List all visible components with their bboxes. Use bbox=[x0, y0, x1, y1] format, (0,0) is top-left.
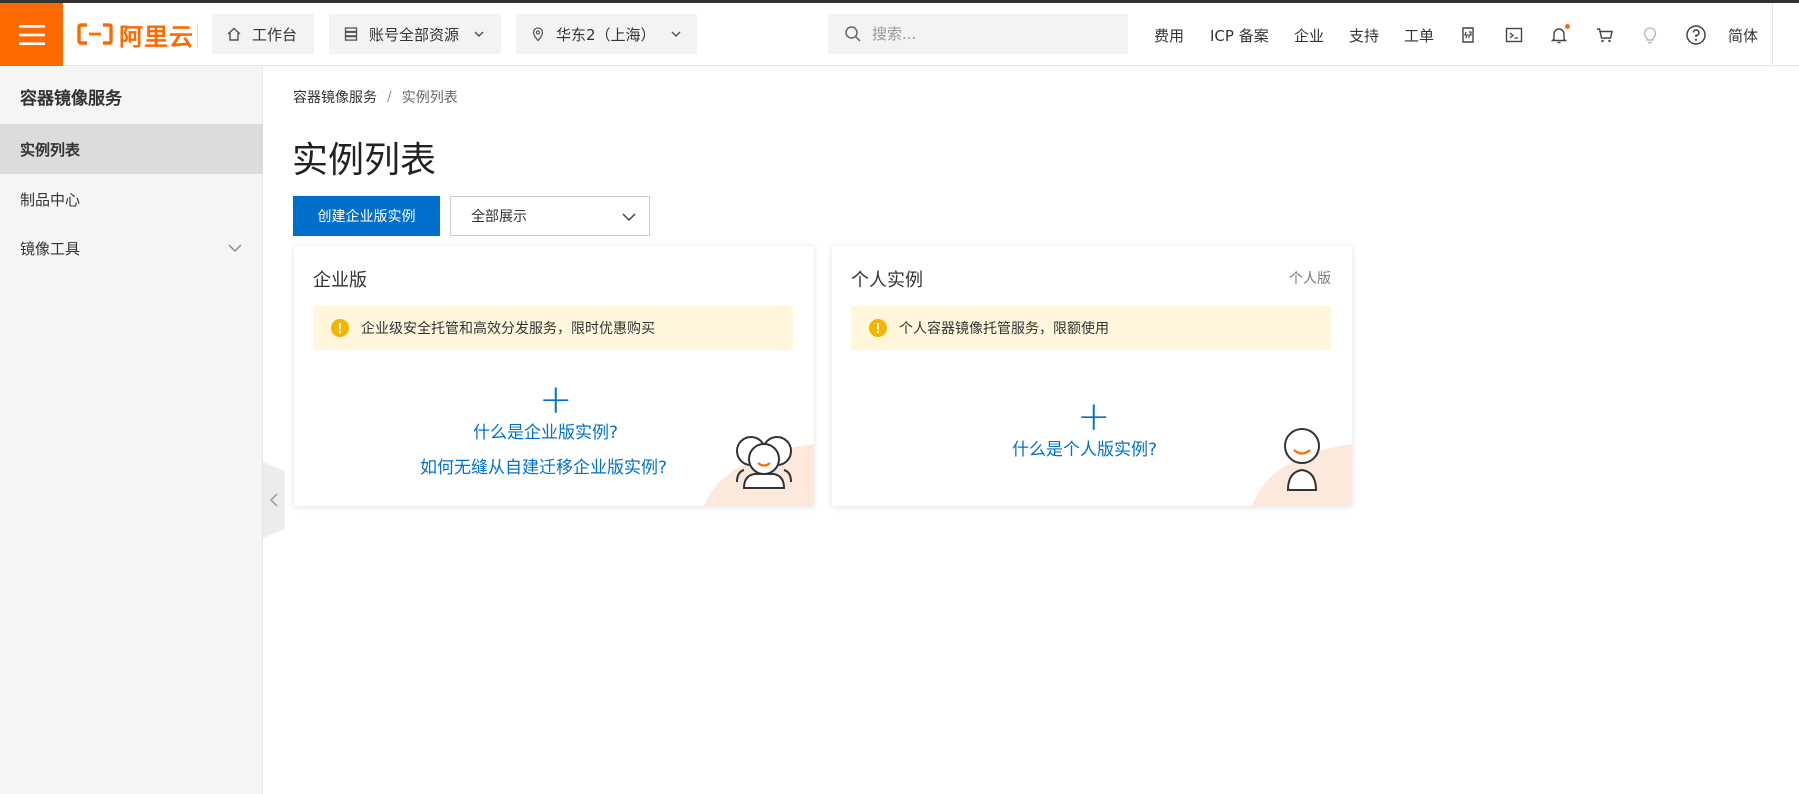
billing-link[interactable]: 费用 bbox=[1154, 25, 1184, 46]
sidebar-item-instance-list[interactable]: 实例列表 bbox=[0, 124, 263, 174]
card-title: 个人实例 bbox=[851, 270, 923, 291]
resource-selector-label: 账号全部资源 bbox=[369, 25, 460, 44]
region-selector[interactable]: 华东2（上海） bbox=[516, 14, 697, 54]
resource-selector[interactable]: 账号全部资源 bbox=[329, 14, 501, 54]
personal-instance-card: 个人实例 个人版 个人容器镜像托管服务，限额使用 + 什么是个人版实例? bbox=[832, 246, 1352, 506]
what-is-personal-link[interactable]: 什么是个人版实例? bbox=[1012, 435, 1157, 460]
sidebar-item-label: 实例列表 bbox=[20, 140, 81, 159]
quota-notice: 个人容器镜像托管服务，限额使用 bbox=[851, 306, 1331, 350]
ticket-link[interactable]: 工单 bbox=[1404, 25, 1434, 46]
sidebar: 容器镜像服务 实例列表 制品中心 镜像工具 bbox=[0, 66, 263, 794]
terminal-icon[interactable] bbox=[1502, 23, 1526, 47]
sidebar-item-label: 镜像工具 bbox=[20, 239, 81, 258]
aliyun-logo-icon bbox=[77, 23, 113, 45]
support-link[interactable]: 支持 bbox=[1349, 25, 1379, 46]
sidebar-title: 容器镜像服务 bbox=[20, 89, 122, 109]
add-enterprise-instance-plus[interactable]: + bbox=[539, 380, 573, 420]
display-filter-select[interactable]: 全部展示 bbox=[450, 196, 650, 236]
chevron-down-icon bbox=[621, 209, 637, 225]
sidebar-collapse-handle[interactable] bbox=[263, 462, 285, 538]
hamburger-menu-button[interactable] bbox=[0, 3, 63, 66]
group-avatar-illustration bbox=[704, 436, 814, 506]
language-switch[interactable]: 简体 bbox=[1728, 25, 1758, 46]
chevron-down-icon bbox=[227, 240, 243, 256]
home-icon bbox=[226, 26, 242, 42]
notice-text: 企业级安全托管和高效分发服务，限时优惠购买 bbox=[361, 321, 655, 337]
warning-icon bbox=[331, 319, 349, 337]
workbench-label: 工作台 bbox=[252, 25, 298, 44]
top-navigation-bar: 阿里云 工作台 账号全部资源 华东2（上海） 费用 ICP 备案 企业 支持 bbox=[0, 3, 1799, 66]
avatar-illustration bbox=[1252, 428, 1352, 506]
enterprise-link[interactable]: 企业 bbox=[1294, 25, 1324, 46]
logo-text: 阿里云 bbox=[119, 22, 194, 51]
region-selector-label: 华东2（上海） bbox=[556, 25, 656, 44]
server-icon bbox=[343, 26, 359, 42]
notification-dot bbox=[1565, 24, 1570, 29]
add-personal-instance-plus[interactable]: + bbox=[1077, 397, 1111, 437]
search-input[interactable] bbox=[872, 25, 1102, 43]
search-icon bbox=[844, 25, 862, 43]
logo-divider bbox=[197, 23, 198, 47]
page-title: 实例列表 bbox=[292, 140, 437, 181]
global-search[interactable] bbox=[828, 14, 1128, 54]
location-pin-icon bbox=[530, 26, 546, 42]
help-icon[interactable] bbox=[1684, 23, 1708, 47]
edition-tag: 个人版 bbox=[1289, 271, 1331, 287]
what-is-enterprise-link[interactable]: 什么是企业版实例? bbox=[473, 418, 618, 443]
chevron-down-icon bbox=[473, 28, 485, 40]
hamburger-icon bbox=[18, 24, 45, 45]
warning-icon bbox=[869, 319, 887, 337]
breadcrumb: 容器镜像服务 / 实例列表 bbox=[293, 87, 458, 107]
aliyun-logo[interactable]: 阿里云 bbox=[77, 19, 194, 51]
sidebar-item-label: 制品中心 bbox=[20, 190, 81, 209]
sidebar-item-image-tools[interactable]: 镜像工具 bbox=[0, 223, 263, 273]
breadcrumb-item-service[interactable]: 容器镜像服务 bbox=[293, 87, 377, 107]
create-enterprise-instance-button[interactable]: 创建企业版实例 bbox=[293, 196, 440, 236]
workbench-button[interactable]: 工作台 bbox=[212, 14, 314, 54]
enterprise-instance-card: 企业版 企业级安全托管和高效分发服务，限时优惠购买 + 什么是企业版实例? 如何… bbox=[294, 246, 814, 506]
cart-icon[interactable] bbox=[1593, 23, 1617, 47]
display-filter-value: 全部展示 bbox=[471, 209, 527, 225]
topbar-divider bbox=[1772, 3, 1773, 66]
card-title: 企业版 bbox=[313, 270, 367, 291]
icp-filing-link[interactable]: ICP 备案 bbox=[1210, 25, 1269, 46]
bulb-icon[interactable] bbox=[1638, 23, 1662, 47]
migrate-enterprise-link[interactable]: 如何无缝从自建迁移企业版实例? bbox=[420, 453, 667, 478]
sidebar-item-artifact-center[interactable]: 制品中心 bbox=[0, 174, 263, 224]
notice-text: 个人容器镜像托管服务，限额使用 bbox=[899, 321, 1109, 337]
breadcrumb-item-current: 实例列表 bbox=[401, 90, 458, 106]
chevron-down-icon bbox=[670, 28, 682, 40]
bell-icon[interactable] bbox=[1547, 23, 1571, 47]
api-icon[interactable] bbox=[1456, 23, 1480, 47]
chevron-left-icon bbox=[269, 493, 278, 507]
promo-notice: 企业级安全托管和高效分发服务，限时优惠购买 bbox=[313, 306, 793, 350]
breadcrumb-separator: / bbox=[387, 89, 392, 105]
